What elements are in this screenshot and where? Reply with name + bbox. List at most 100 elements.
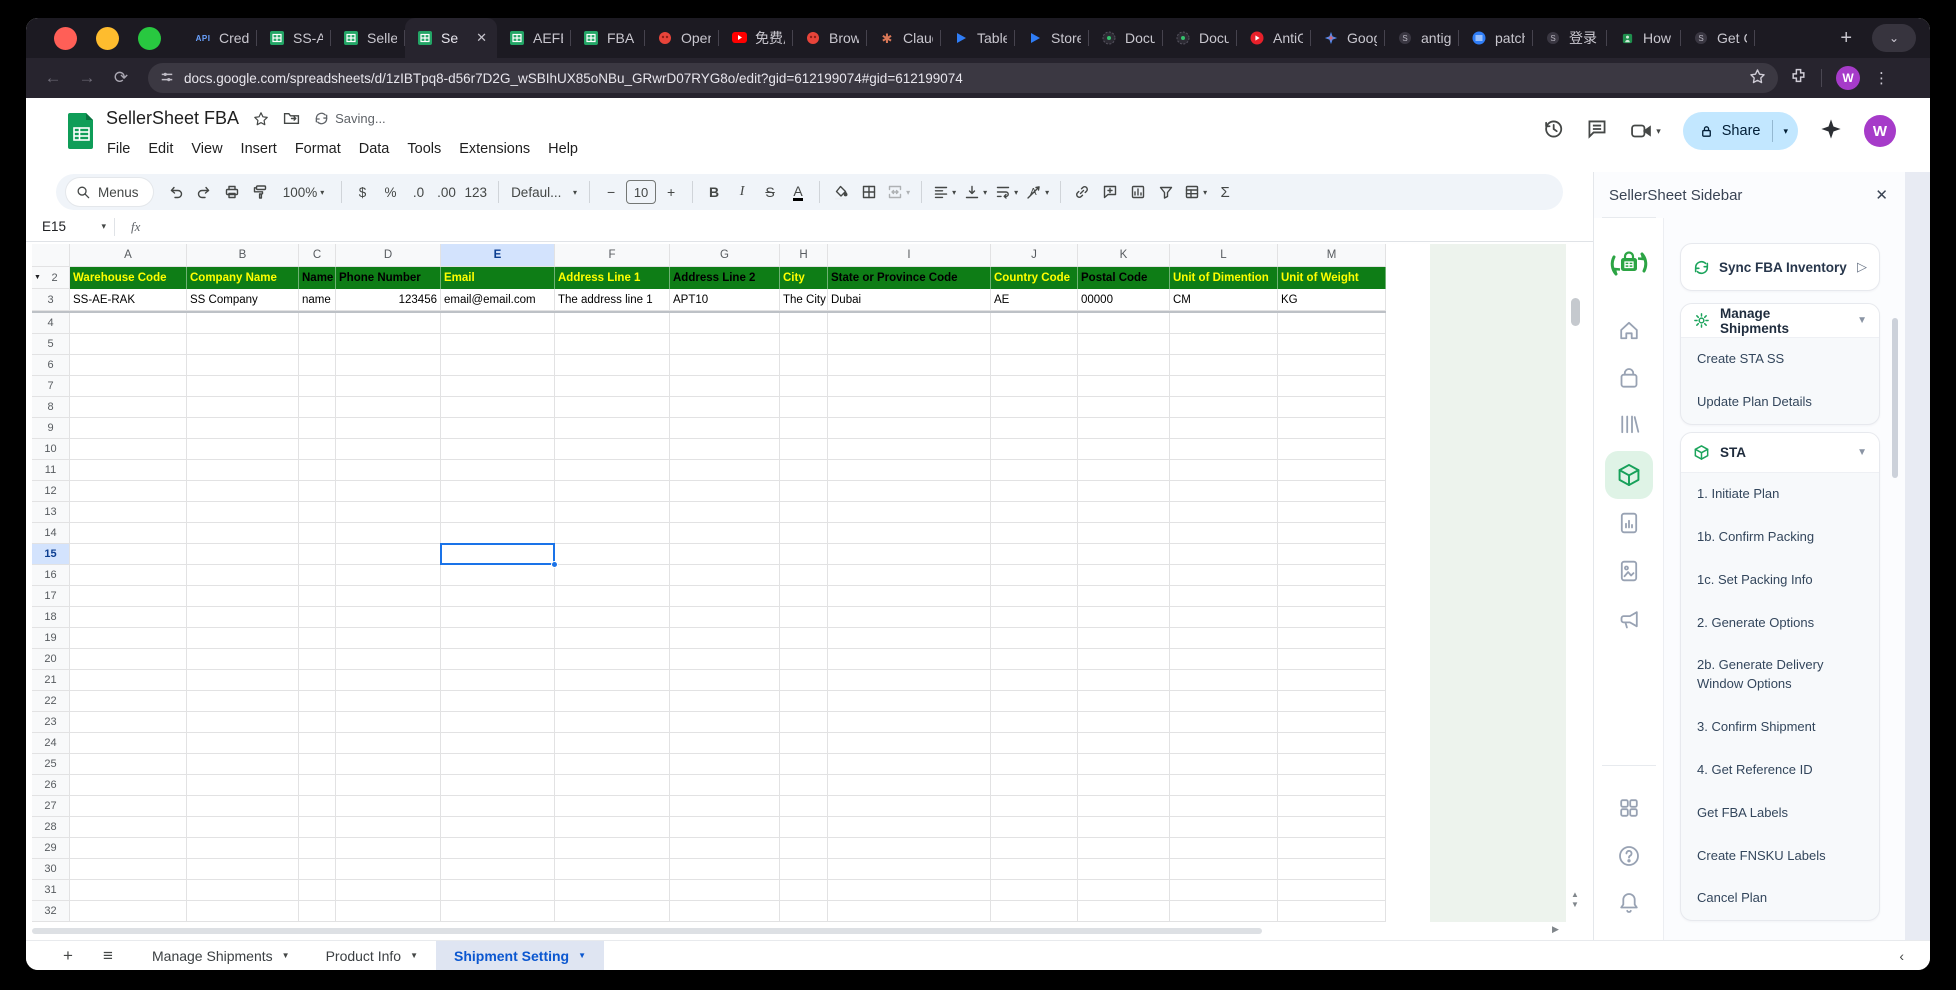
browser-tab-SS-AE[interactable]: SS-AE [257, 18, 331, 58]
cell-B17[interactable] [187, 586, 299, 607]
menu-extensions[interactable]: Extensions [450, 136, 539, 162]
cell-J12[interactable] [991, 481, 1078, 502]
sheet-tab-menu-icon[interactable]: ▼ [410, 951, 418, 960]
cell-H11[interactable] [780, 460, 828, 481]
cell-G17[interactable] [670, 586, 780, 607]
cell-E31[interactable] [441, 880, 555, 901]
row-header-23[interactable]: 23 [32, 712, 70, 733]
cell-H21[interactable] [780, 670, 828, 691]
cell-F5[interactable] [555, 334, 670, 355]
header-cell-B[interactable]: Company Name [187, 267, 299, 289]
cell-B23[interactable] [187, 712, 299, 733]
cell-H32[interactable] [780, 901, 828, 922]
row-header-7[interactable]: 7 [32, 376, 70, 397]
cell-D30[interactable] [336, 859, 441, 880]
cell-A11[interactable] [70, 460, 187, 481]
cell-L24[interactable] [1170, 733, 1278, 754]
cell-J30[interactable] [991, 859, 1078, 880]
cell-H15[interactable] [780, 544, 828, 565]
tab-search-button[interactable]: ⌄ [1872, 24, 1916, 52]
cell-H20[interactable] [780, 649, 828, 670]
cell-E12[interactable] [441, 481, 555, 502]
cell-J24[interactable] [991, 733, 1078, 754]
cell-B24[interactable] [187, 733, 299, 754]
row-header-27[interactable]: 27 [32, 796, 70, 817]
cell-D9[interactable] [336, 418, 441, 439]
row-header-22[interactable]: 22 [32, 691, 70, 712]
cell-F23[interactable] [555, 712, 670, 733]
cell-A22[interactable] [70, 691, 187, 712]
cell-C17[interactable] [299, 586, 336, 607]
column-header-E[interactable]: E [441, 244, 555, 267]
cell-F31[interactable] [555, 880, 670, 901]
cell-J7[interactable] [991, 376, 1078, 397]
cell-J10[interactable] [991, 439, 1078, 460]
cell-L32[interactable] [1170, 901, 1278, 922]
browser-tab-How t[interactable]: How t [1607, 18, 1681, 58]
megaphone-icon[interactable] [1617, 608, 1641, 632]
cell-H29[interactable] [780, 838, 828, 859]
cell-M29[interactable] [1278, 838, 1386, 859]
undo-icon[interactable] [163, 178, 189, 206]
collapse-sidebar-icon[interactable]: ‹ [1899, 948, 1904, 964]
sidebar-action-update-plan-details[interactable]: Update Plan Details [1681, 381, 1879, 424]
cell-K9[interactable] [1078, 418, 1170, 439]
cell-E10[interactable] [441, 439, 555, 460]
cell-I23[interactable] [828, 712, 991, 733]
header-cell-H[interactable]: City [780, 267, 828, 289]
browser-tab-免费用[interactable]: 免费用 [719, 18, 793, 58]
cell-H22[interactable] [780, 691, 828, 712]
sync-fba-inventory-button[interactable]: Sync FBA Inventory▷ [1680, 243, 1880, 291]
cell-E14[interactable] [441, 523, 555, 544]
selected-cell-E15[interactable] [440, 543, 555, 565]
cell-L29[interactable] [1170, 838, 1278, 859]
cell-L21[interactable] [1170, 670, 1278, 691]
cell-L26[interactable] [1170, 775, 1278, 796]
sidebar-action-2-generate-options[interactable]: 2. Generate Options [1681, 602, 1879, 645]
cell-D20[interactable] [336, 649, 441, 670]
cell-C32[interactable] [299, 901, 336, 922]
cell-C14[interactable] [299, 523, 336, 544]
cell-E16[interactable] [441, 565, 555, 586]
cell-K10[interactable] [1078, 439, 1170, 460]
cell-K8[interactable] [1078, 397, 1170, 418]
row-header-29[interactable]: 29 [32, 838, 70, 859]
cell-G30[interactable] [670, 859, 780, 880]
cell-B20[interactable] [187, 649, 299, 670]
cell-K23[interactable] [1078, 712, 1170, 733]
cell-E7[interactable] [441, 376, 555, 397]
chart-icon[interactable] [1125, 178, 1151, 206]
macos-traffic-lights[interactable] [26, 27, 183, 50]
cell-J29[interactable] [991, 838, 1078, 859]
cell-J26[interactable] [991, 775, 1078, 796]
cell-F28[interactable] [555, 817, 670, 838]
cell-M20[interactable] [1278, 649, 1386, 670]
cell-M4[interactable] [1278, 313, 1386, 334]
sheet-tab-manage-shipments[interactable]: Manage Shipments▼ [134, 941, 308, 970]
column-header-M[interactable]: M [1278, 244, 1386, 267]
cell-H19[interactable] [780, 628, 828, 649]
sidebar-scrollbar[interactable] [1892, 318, 1898, 478]
cell-M18[interactable] [1278, 607, 1386, 628]
cell-A8[interactable] [70, 397, 187, 418]
cell-A13[interactable] [70, 502, 187, 523]
cell-M15[interactable] [1278, 544, 1386, 565]
site-settings-icon[interactable] [160, 70, 174, 87]
section-header-1[interactable]: STA▼ [1681, 433, 1879, 473]
header-cell-I[interactable]: State or Province Code [828, 267, 991, 289]
cell-L17[interactable] [1170, 586, 1278, 607]
sidebar-action-4-get-reference-id[interactable]: 4. Get Reference ID [1681, 749, 1879, 792]
column-header-J[interactable]: J [991, 244, 1078, 267]
row-header-28[interactable]: 28 [32, 817, 70, 838]
cell-G3[interactable]: APT10 [670, 289, 780, 311]
cell-F13[interactable] [555, 502, 670, 523]
cell-F24[interactable] [555, 733, 670, 754]
cell-A16[interactable] [70, 565, 187, 586]
cell-M25[interactable] [1278, 754, 1386, 775]
cell-D25[interactable] [336, 754, 441, 775]
scroll-arrows[interactable]: ▲▼ [1569, 890, 1581, 910]
row-header-13[interactable]: 13 [32, 502, 70, 523]
cell-L20[interactable] [1170, 649, 1278, 670]
cell-B26[interactable] [187, 775, 299, 796]
menu-tools[interactable]: Tools [398, 136, 450, 162]
